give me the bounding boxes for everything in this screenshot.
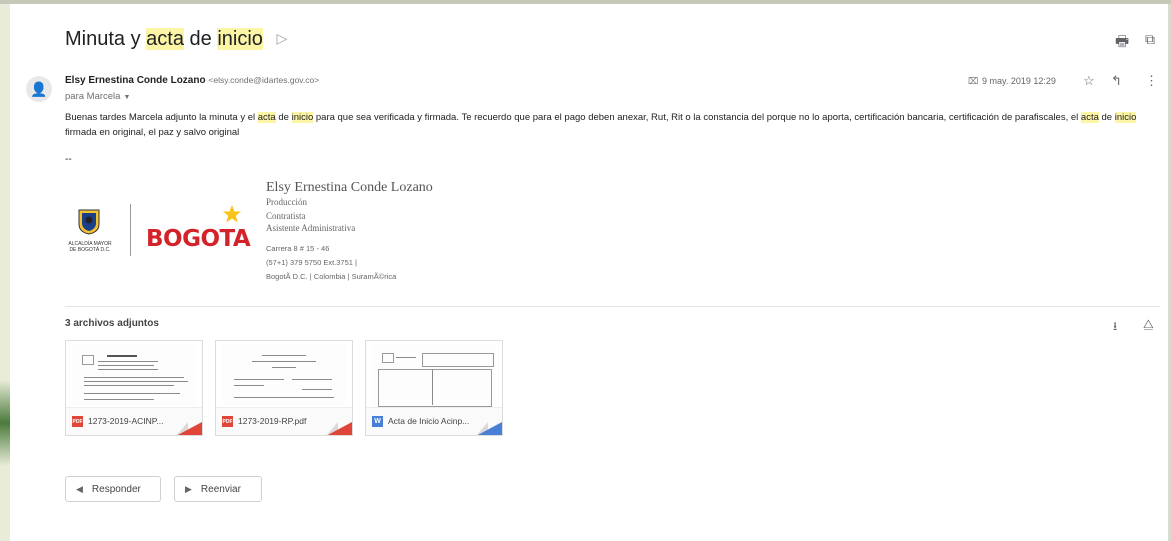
recipient-label: para Marcela: [65, 91, 121, 102]
signature-name: Elsy Ernestina Conde Lozano: [266, 180, 433, 195]
attachment-footer: PDF 1273-2019-RP.pdf: [216, 407, 352, 435]
attachment-card[interactable]: W Acta de Inicio Acinp...: [365, 340, 503, 436]
attachment-name: Acta de Inicio Acinp...: [388, 416, 470, 426]
signature-phone: (57+1) 379 5750 Ext.3751 |: [266, 258, 357, 267]
logo-divider: [130, 204, 131, 256]
bogota-star-icon: [223, 205, 241, 223]
sender-email: <elsy.conde@idartes.gov.co>: [208, 75, 320, 85]
chevron-down-icon[interactable]: ▼: [123, 94, 130, 101]
attachment-footer: W Acta de Inicio Acinp...: [366, 407, 502, 435]
attachment-thumbnail: [222, 345, 346, 405]
sender: Elsy Ernestina Conde Lozano <elsy.conde@…: [65, 75, 319, 86]
signature-address: Carrera 8 # 15 - 46: [266, 244, 330, 253]
filetype-corner: [176, 422, 202, 435]
body-highlight: acta: [1080, 112, 1099, 123]
pdf-icon: PDF: [72, 416, 83, 427]
attachments-title: 3 archivos adjuntos: [65, 318, 159, 329]
bogota-logo: BOGOTA: [146, 226, 251, 252]
reply-icon[interactable]: ↰: [1111, 73, 1122, 89]
reply-icon: ◀: [76, 483, 83, 494]
email-view: Minuta y acta de inicio ▷ 🖶 ⧉ 👤 Elsy Ern…: [10, 4, 1168, 541]
body-text: de: [1098, 112, 1115, 123]
attachment-icon: ⌧: [968, 76, 979, 86]
word-icon: W: [372, 416, 383, 427]
forward-button[interactable]: ▶ Reenviar: [174, 476, 262, 502]
more-vert-icon[interactable]: ⋮: [1145, 73, 1158, 89]
attachment-footer: PDF 1273-2019-ACINP...: [66, 407, 202, 435]
body-text: para que sea verificada y firmada. Te re…: [313, 112, 1081, 123]
attachment-name: 1273-2019-ACINP...: [88, 416, 164, 426]
body-text: Buenas tardes Marcela adjunto la minuta …: [65, 112, 258, 123]
attachment-card[interactable]: PDF 1273-2019-RP.pdf: [215, 340, 353, 436]
recipient[interactable]: para Marcela ▼: [65, 91, 130, 102]
drive-icon[interactable]: ⧋: [1143, 317, 1154, 332]
print-icon[interactable]: 🖶: [1115, 31, 1129, 56]
signature-separator: --: [65, 154, 72, 165]
attachments-divider: [65, 306, 1160, 307]
attachment-thumbnail: [72, 345, 196, 405]
subject-text: Minuta y: [65, 28, 147, 50]
signature-role: Contratista: [266, 211, 306, 221]
download-icon[interactable]: ⭳: [1113, 317, 1117, 338]
avatar-icon: 👤: [30, 80, 48, 97]
star-icon[interactable]: ☆: [1083, 73, 1095, 89]
forward-icon: ▶: [185, 483, 192, 494]
reply-button[interactable]: ◀ Responder: [65, 476, 161, 502]
sender-name[interactable]: Elsy Ernestina Conde Lozano: [65, 75, 206, 86]
subject-text: de: [183, 28, 218, 50]
pdf-icon: PDF: [222, 416, 233, 427]
filetype-corner: [476, 422, 502, 435]
filetype-corner: [326, 422, 352, 435]
label-icon[interactable]: ▷: [276, 30, 287, 47]
email-subject: Minuta y acta de inicio ▷: [65, 28, 287, 51]
bogota-crest-logo: [78, 209, 100, 235]
body-highlight: acta: [257, 112, 276, 123]
forward-label: Reenviar: [200, 483, 241, 495]
body-highlight: inicio: [1114, 112, 1137, 123]
signature-dept: Producción: [266, 197, 307, 207]
email-date: 9 may. 2019 12:29: [982, 76, 1056, 86]
email-body: Buenas tardes Marcela adjunto la minuta …: [65, 110, 1145, 140]
signature-location: BogotÃ D.C. | Colombia | SuramÃ©rica: [266, 272, 397, 281]
background-strip-left: [0, 4, 10, 541]
subject-highlight: acta: [146, 28, 184, 50]
subject-highlight: inicio: [217, 28, 263, 50]
signature-title: Asistente Administrativa: [266, 223, 356, 233]
body-text: de: [275, 112, 292, 123]
open-new-window-icon[interactable]: ⧉: [1145, 31, 1155, 48]
avatar[interactable]: 👤: [26, 76, 52, 102]
attachment-name: 1273-2019-RP.pdf: [238, 416, 307, 426]
attachment-thumbnail: [372, 345, 496, 407]
body-highlight: inicio: [291, 112, 314, 123]
attachment-card[interactable]: PDF 1273-2019-ACINP...: [65, 340, 203, 436]
reply-label: Responder: [91, 483, 141, 495]
crest-caption: ALCALDÍA MAYOR DE BOGOTÁ D.C.: [68, 241, 112, 253]
body-text: firmada en original, el paz y salvo orig…: [65, 127, 240, 138]
